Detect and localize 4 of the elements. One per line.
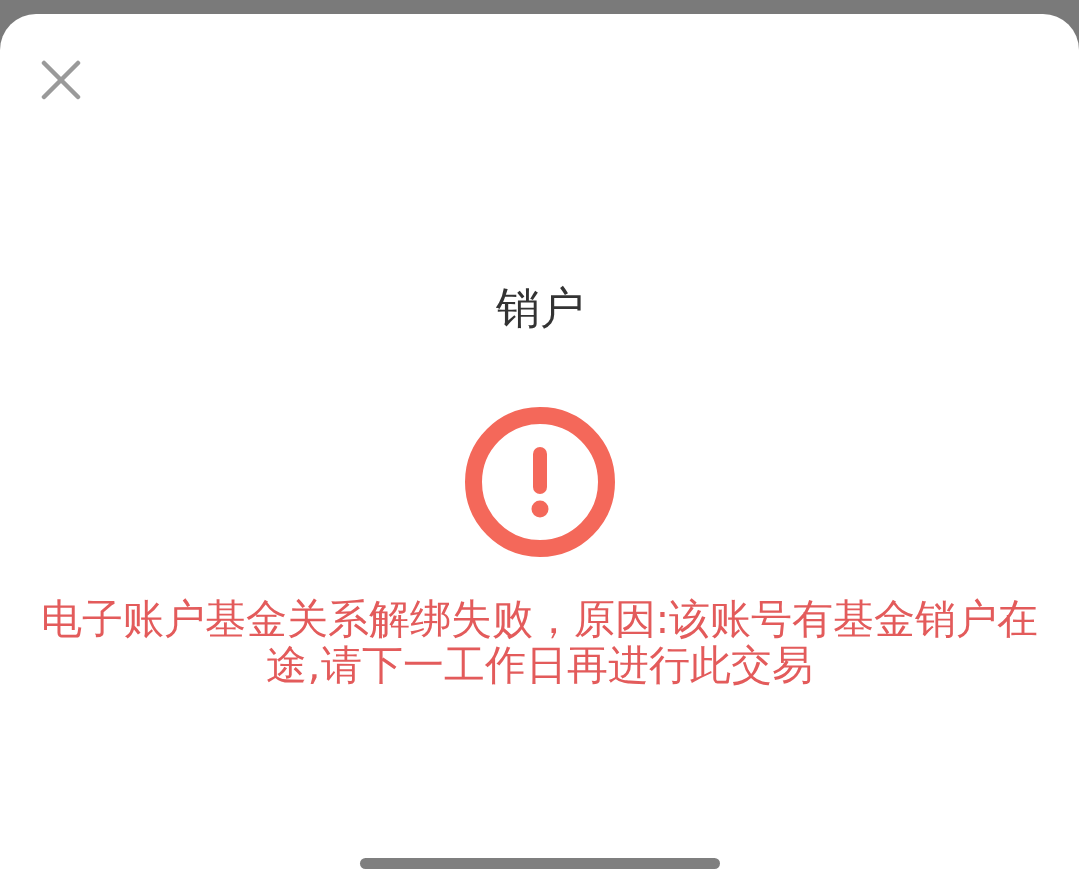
- close-button[interactable]: [41, 60, 81, 100]
- error-message: 电子账户基金关系解绑失败，原因:该账号有基金销户在途,请下一工作日再进行此交易: [39, 596, 1040, 688]
- dialog-title: 销户: [495, 283, 584, 333]
- close-icon: [41, 60, 81, 100]
